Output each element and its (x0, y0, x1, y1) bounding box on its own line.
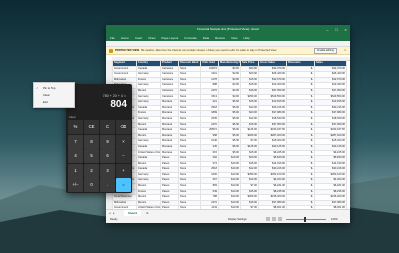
excel-window-title: Financial Sample.xlsx [Protected View] -… (197, 27, 259, 31)
ribbon-tab[interactable]: Draw (148, 36, 155, 40)
minimize-icon[interactable]: – (323, 25, 332, 34)
spreadsheet-grid[interactable]: Segment Country Product Discount Band Units … (106, 60, 350, 209)
normal-view-icon[interactable] (266, 217, 270, 221)
status-bar: Ready Display Settings 100% (106, 216, 350, 223)
calc-key[interactable]: C (100, 120, 115, 134)
ribbon-tab[interactable]: File (110, 36, 115, 40)
display-settings-button[interactable]: Display Settings (228, 216, 247, 223)
calc-key[interactable]: 0 (84, 178, 99, 192)
status-ready: Ready (110, 218, 118, 221)
ribbon-tabs: File Home Insert Draw Page Layout Formul… (106, 34, 350, 41)
excel-title-bar[interactable]: Financial Sample.xlsx [Protected View] -… (106, 25, 350, 34)
column-header[interactable]: Discount Band (178, 60, 201, 67)
calc-key[interactable]: +/− (68, 178, 83, 192)
calc-key[interactable]: CE (84, 120, 99, 134)
ribbon-tab[interactable]: Home (121, 36, 129, 40)
calculator-expression: 780 + 20 + 4 = (102, 94, 126, 98)
menu-item-clear[interactable]: Clear (34, 92, 74, 98)
calc-key[interactable]: 3 (100, 163, 115, 178)
ribbon-tab[interactable]: Data (203, 36, 209, 40)
ribbon-tab[interactable]: Review (215, 36, 225, 40)
calc-key[interactable]: 8 (84, 134, 99, 149)
page-break-icon[interactable] (278, 217, 282, 221)
zoom-slider[interactable] (286, 219, 326, 220)
calc-key[interactable]: 4 (68, 149, 83, 163)
checkmark-icon: ✓ (36, 86, 39, 90)
view-buttons[interactable] (266, 217, 284, 223)
protected-view-title: PROTECTED VIEW (115, 49, 140, 52)
calc-key[interactable]: 7 (68, 134, 83, 149)
calc-key[interactable]: − (116, 149, 131, 163)
menu-item-exit[interactable]: Exit (34, 99, 74, 105)
context-menu[interactable]: ✓ Pin to Top Clear Exit (33, 82, 75, 108)
calculator-window[interactable]: 780 + 20 + 4 = 804 Clear % CE C ⌫ 7 8 9 × 4 5 6− 1 2… (66, 84, 132, 193)
calc-key[interactable]: ⌫ (116, 120, 131, 134)
protected-view-bar: PROTECTED VIEW Be careful—files from the… (106, 47, 350, 55)
page-layout-icon[interactable] (272, 217, 276, 221)
excel-window[interactable]: Financial Sample.xlsx [Protected View] -… (106, 25, 350, 223)
zoom-level[interactable]: 100% (331, 216, 338, 223)
ribbon-tab[interactable]: Formulas (184, 36, 197, 40)
calc-key[interactable]: 9 (100, 134, 115, 149)
calculator-result: 804 (110, 99, 127, 110)
enable-editing-button[interactable]: Enable Editing (314, 48, 337, 54)
calculator-clear-label: Clear (69, 115, 76, 119)
ribbon-tab[interactable]: View (231, 36, 237, 40)
ribbon-tab[interactable]: Insert (135, 36, 143, 40)
calc-key[interactable]: . (100, 178, 115, 192)
calc-key[interactable]: % (68, 120, 83, 134)
close-icon[interactable]: × (344, 48, 346, 52)
calc-key[interactable]: 1 (68, 163, 83, 178)
calc-key[interactable]: + (116, 163, 131, 178)
zoom-slider-thumb[interactable] (304, 217, 306, 222)
table-cell[interactable]: United States of America (136, 149, 161, 157)
calc-key[interactable]: 5 (84, 149, 99, 163)
calc-key[interactable]: = (116, 178, 131, 192)
maximize-icon[interactable]: □ (332, 25, 341, 34)
shield-icon (109, 48, 113, 53)
calc-key[interactable]: × (116, 134, 131, 149)
ribbon-tab[interactable]: Page Layout (161, 36, 178, 40)
sheet-nav-arrows-icon[interactable]: ◂ ▸ (109, 211, 116, 215)
ribbon-tab[interactable]: Help (243, 36, 249, 40)
column-header[interactable]: Manufacturing Price (218, 60, 241, 67)
close-icon[interactable]: × (341, 25, 350, 34)
menu-item-pin-to-top[interactable]: ✓ Pin to Top (34, 85, 74, 91)
protected-view-message: Be careful—files from the Internet can c… (141, 49, 277, 52)
calc-key[interactable]: 6 (100, 149, 115, 163)
calc-key[interactable]: 2 (84, 163, 99, 178)
